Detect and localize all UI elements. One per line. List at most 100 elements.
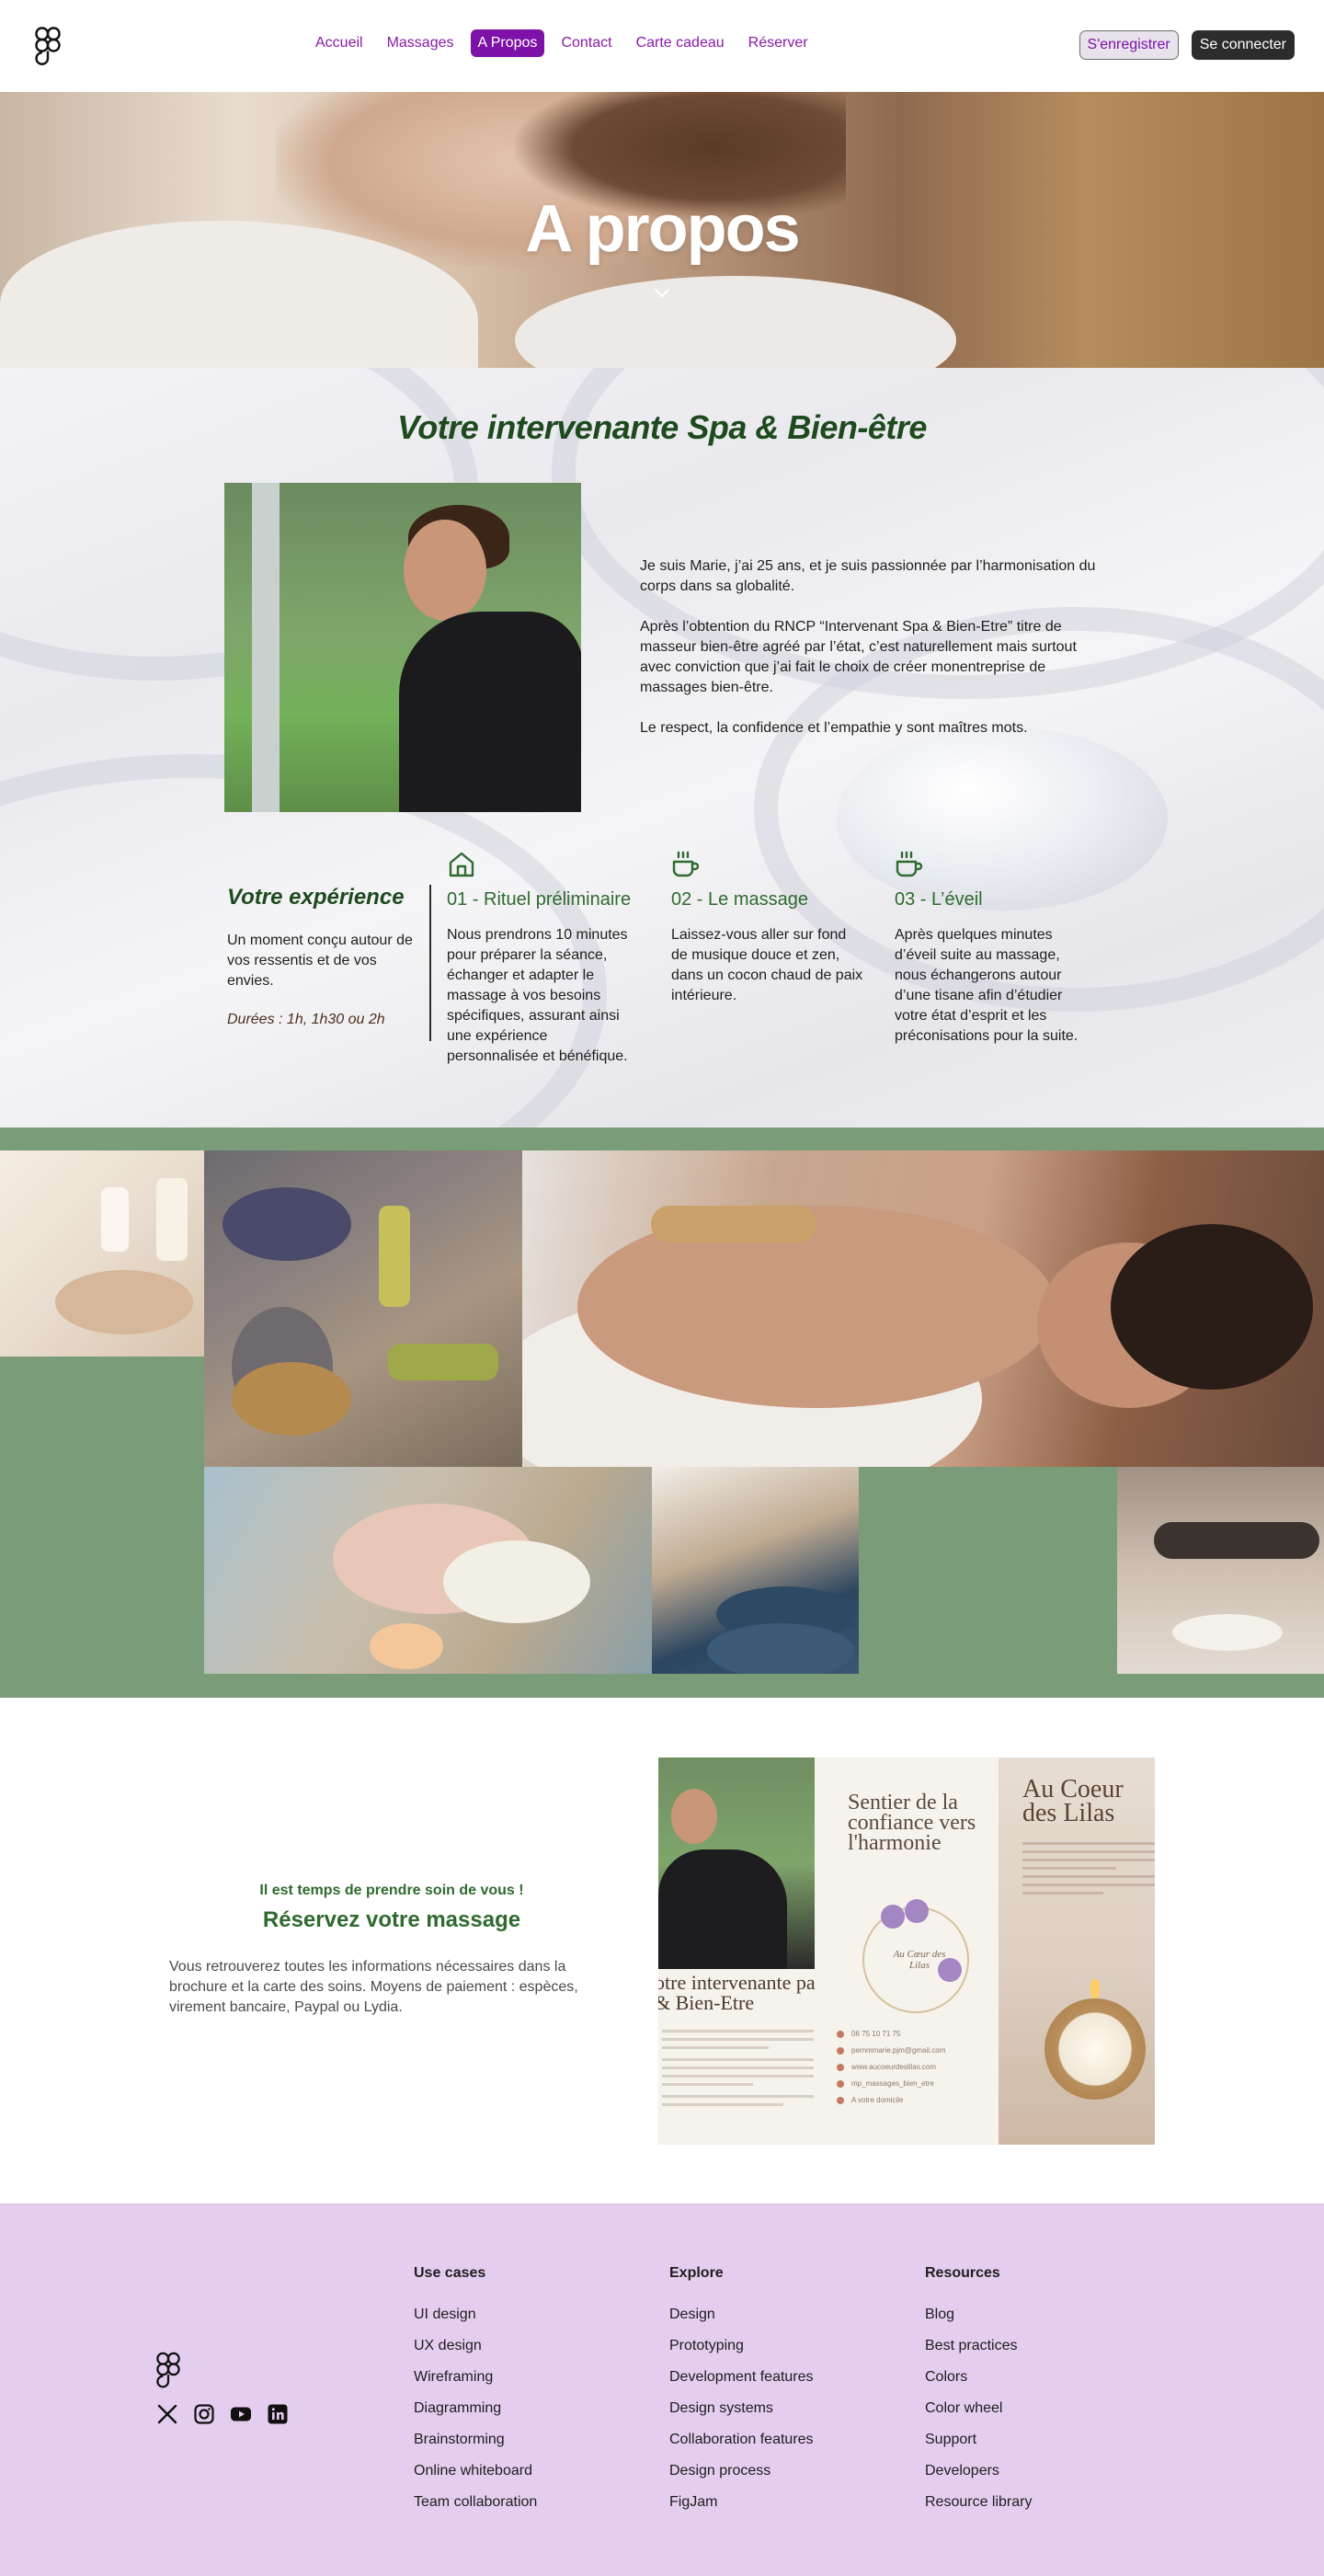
step-description: Après quelques minutes d’éveil suite au … [895,927,1079,1044]
brochure-preview[interactable]: otre intervenante pa & Bien-Etre Sentier… [658,1757,1155,2145]
about-paragraph: Après l’obtention du RNCP “Intervenant S… [640,619,1077,695]
about-title: Votre intervenante Spa & Bien-être [397,408,927,446]
experience-durations: Durées : 1h, 1h30 ou 2h [227,1012,385,1027]
rolled-towels-photo [652,1467,859,1674]
x-twitter-icon[interactable] [156,2403,178,2425]
youtube-icon[interactable] [230,2403,252,2425]
main-nav: Accueil Massages A Propos Contact Carte … [308,29,816,57]
about-paragraph: Je suis Marie, j’ai 25 ans, et je suis p… [640,558,1096,594]
hot-stones-photo [1117,1467,1324,1674]
brochure-portrait-photo [658,1757,815,1969]
brochure-body-text [662,2030,814,2112]
portrait-photo [224,483,581,812]
footer-link[interactable]: Collaboration features [669,2431,899,2449]
lilac-flower-icon [881,1905,905,1929]
auth-buttons: S'enregistrer Se connecter [1079,30,1295,60]
footer-link[interactable]: Wireframing [414,2368,644,2387]
footer-link[interactable]: Development features [669,2368,899,2387]
footer-link[interactable]: Resource library [925,2493,1155,2512]
login-button[interactable]: Se connecter [1191,30,1295,60]
footer-column-title: Explore [669,2265,724,2281]
footer-link[interactable]: FigJam [669,2493,899,2512]
brochure-contact-phone: 06 75 10 71 75 [837,2030,1002,2038]
footer-link[interactable]: Design systems [669,2399,899,2418]
nav-link-reserver[interactable]: Réserver [741,29,816,57]
footer-link[interactable]: Design process [669,2462,899,2480]
brochure-contact-website: www.aucoeurdeslilas.com [837,2063,1002,2071]
face-shape [404,520,486,621]
social-links [156,2403,289,2425]
brochure-cover-title: Au Coeur des Lilas [1022,1775,1124,1827]
candles-photo [0,1151,204,1357]
footer-link[interactable]: Colors [925,2368,1155,2387]
nav-link-massages[interactable]: Massages [380,29,462,57]
candle-flame-shape [1090,1978,1100,1998]
footer-link[interactable]: Design [669,2306,899,2324]
footer-column-explore: Explore Design Prototyping Development f… [669,2265,899,2524]
hero-banner: A propos [0,92,1324,368]
footer-link[interactable]: Support [925,2431,1155,2449]
step-card: 03 - L’éveil Après quelques minutes d’év… [895,850,1088,1047]
body-shape [658,1849,787,1969]
essential-oils-photo [204,1151,522,1467]
step-description: Laissez-vous aller sur fond de musique d… [671,927,863,1003]
brochure-left-title: otre intervenante pa & Bien-Etre [658,1971,816,2014]
footer-column-title: Resources [925,2265,1000,2281]
brochure-contact-instagram: mp_massages_bien_etre [837,2079,1002,2088]
site-footer: Use cases UI design UX design Wireframin… [0,2204,1324,2576]
top-navbar: Accueil Massages A Propos Contact Carte … [0,0,1324,92]
nav-link-carte-cadeau[interactable]: Carte cadeau [629,29,732,57]
footer-link[interactable]: Online whiteboard [414,2462,644,2480]
step-description: Nous prendrons 10 minutes pour préparer … [447,927,628,1064]
footer-link[interactable]: Brainstorming [414,2431,644,2449]
footer-column-title: Use cases [414,2265,486,2281]
footer-link[interactable]: Developers [925,2462,1155,2480]
step-card: 01 - Rituel préliminaire Nous prendrons … [447,850,640,1067]
linkedin-icon[interactable] [267,2403,289,2425]
footer-link[interactable]: Diagramming [414,2399,644,2418]
booking-description: Vous retrouverez toutes les informations… [169,1959,578,2015]
footer-link[interactable]: UI design [414,2306,644,2324]
chevron-down-icon[interactable] [651,281,673,303]
step-title: 03 - L’éveil [895,889,983,910]
brochure-cover-panel: Au Coeur des Lilas [999,1757,1155,2145]
figma-logo-icon[interactable] [156,2352,180,2388]
footer-link[interactable]: UX design [414,2337,644,2355]
back-massage-photo [522,1151,1324,1467]
brochure-cover-text [1022,1842,1155,1900]
experience-description: Un moment conçu autour de vos ressentis … [227,933,413,989]
wreath-text: Au Cœur des Lilas [893,1949,946,1971]
step-card: 02 - Le massage Laissez-vous aller sur f… [671,850,864,1006]
brochure-contact-email: pernmmarie.pjm@gmail.com [837,2046,1002,2055]
footer-link[interactable]: Color wheel [925,2399,1155,2418]
lilac-flower-icon [905,1899,929,1923]
hand-flowers-photo [204,1467,652,1674]
about-text: Je suis Marie, j’ai 25 ans, et je suis p… [640,556,1100,759]
step-title: 02 - Le massage [671,889,808,910]
about-section: Votre intervenante Spa & Bien-être Je su… [0,368,1324,1128]
about-paragraph: Le respect, la confidence et l’empathie … [640,720,1028,736]
footer-link[interactable]: Prototyping [669,2337,899,2355]
brochure-wreath-logo: Au Cœur des Lilas [862,1899,969,2013]
step-title: 01 - Rituel préliminaire [447,889,632,910]
instagram-icon[interactable] [193,2403,215,2425]
photo-gallery [0,1128,1324,1698]
nav-link-contact[interactable]: Contact [554,29,619,57]
candle-shape [1044,1998,1146,2100]
register-button[interactable]: S'enregistrer [1079,30,1179,60]
brochure-tagline: Sentier de la confiance vers l'harmonie [848,1791,976,1855]
footer-column-resources: Resources Blog Best practices Colors Col… [925,2265,1155,2524]
figma-logo-icon[interactable] [35,27,61,65]
footer-link[interactable]: Blog [925,2306,1155,2324]
window-frame-shape [252,483,280,812]
coffee-cup-icon [896,851,923,877]
nav-link-a-propos[interactable]: A Propos [470,29,545,57]
footer-column-use-cases: Use cases UI design UX design Wireframin… [414,2265,644,2524]
page-title: A propos [525,192,800,266]
footer-link[interactable]: Best practices [925,2337,1155,2355]
footer-link[interactable]: Team collaboration [414,2493,644,2512]
booking-section: Il est temps de prendre soin de vous ! R… [0,1698,1324,2204]
experience-title: Votre expérience [227,885,405,910]
nav-link-accueil[interactable]: Accueil [308,29,371,57]
coffee-cup-icon [672,851,700,877]
